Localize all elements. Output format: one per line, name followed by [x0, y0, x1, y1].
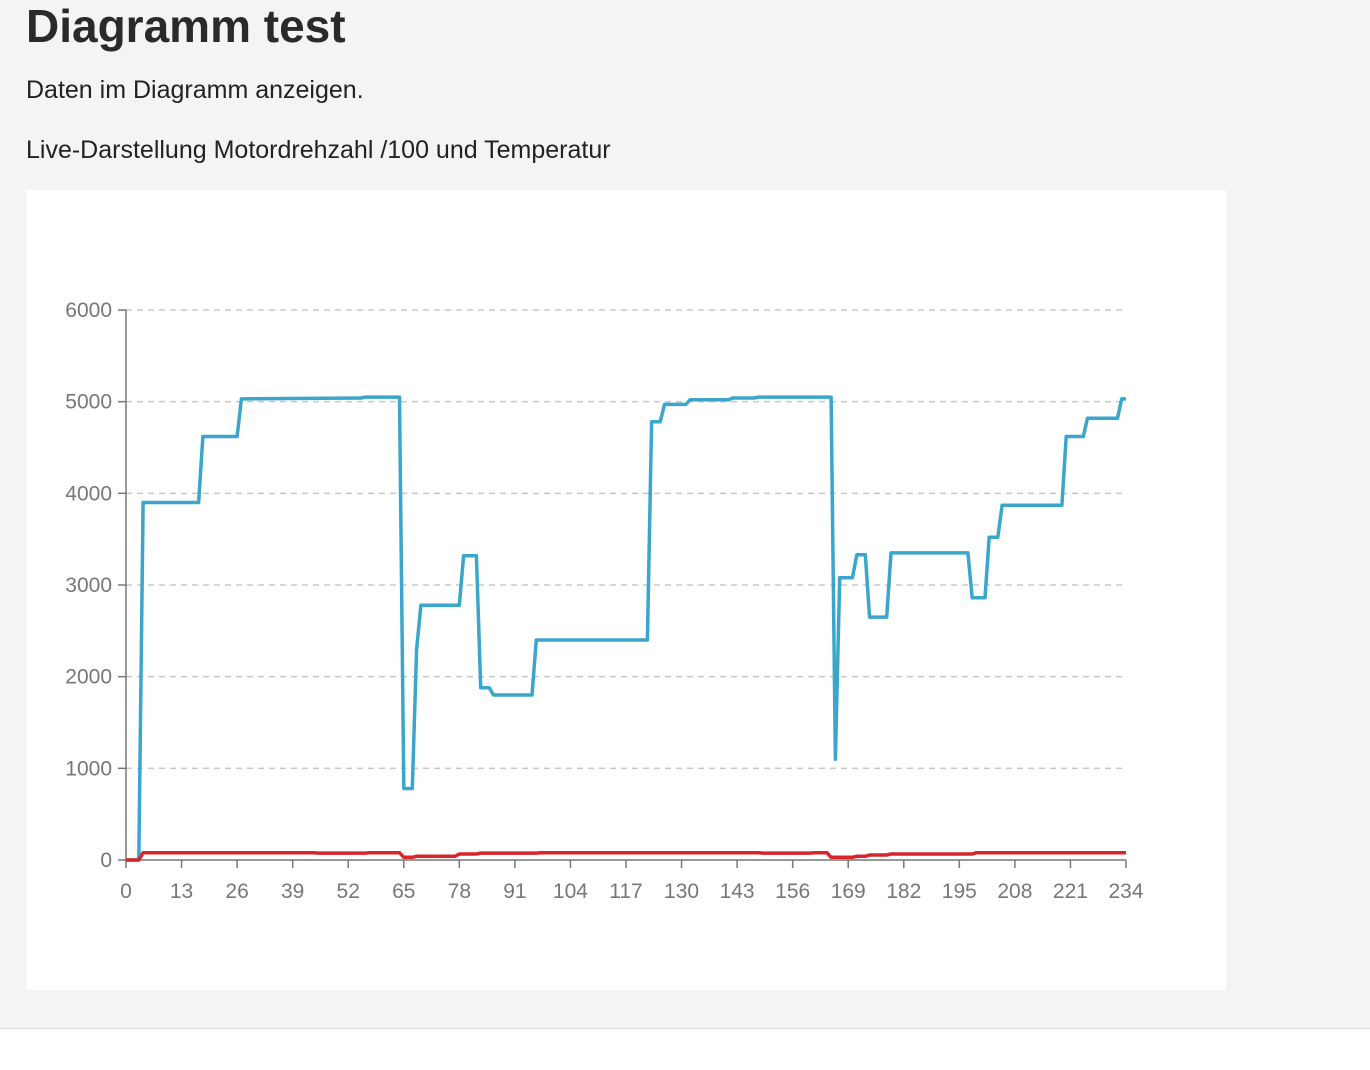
- x-tick-label: 182: [886, 880, 921, 903]
- y-tick-label: 6000: [65, 299, 112, 322]
- y-tick-label: 5000: [65, 391, 112, 414]
- x-tick-label: 26: [225, 880, 248, 903]
- grid-lines: [126, 309, 1126, 770]
- series-line-2: [126, 850, 1126, 862]
- x-tick-label: 208: [997, 880, 1032, 903]
- page-description: Daten im Diagramm anzeigen.: [26, 76, 364, 104]
- x-tick-label: 0: [120, 880, 132, 903]
- y-tick-label: 0: [100, 849, 112, 872]
- series-lines: [126, 395, 1126, 862]
- x-tick-label: 234: [1108, 880, 1143, 903]
- y-tick-label: 1000: [65, 757, 112, 780]
- x-tick-label: 156: [775, 880, 810, 903]
- x-tick-label: 195: [942, 880, 977, 903]
- series-line-1: [126, 395, 1126, 862]
- chart-heading: Live-Darstellung Motordrehzahl /100 und …: [26, 136, 611, 164]
- x-tick-label: 39: [281, 880, 304, 903]
- x-tick-label: 65: [392, 880, 415, 903]
- x-tick-label: 13: [170, 880, 193, 903]
- x-tick-label: 143: [720, 880, 755, 903]
- x-tick-label: 78: [448, 880, 471, 903]
- axes: 0 1000 2000 3000 4000 5000 6000 0 13 26 39 52 65 78 91…: [65, 299, 1144, 903]
- line-chart: 0 1000 2000 3000 4000 5000 6000 0 13 26 39 52 65 78 91…: [65, 299, 1144, 903]
- x-tick-label: 169: [831, 880, 866, 903]
- x-tick-label: 104: [553, 880, 588, 903]
- y-tick-label: 2000: [65, 666, 112, 689]
- x-tick-label: 52: [337, 880, 360, 903]
- page-title: Diagramm test: [26, 0, 346, 52]
- x-tick-label: 130: [664, 880, 699, 903]
- chart-card: 0 1000 2000 3000 4000 5000 6000 0 13 26 39 52 65 78 91…: [26, 190, 1226, 990]
- x-tick-label: 91: [503, 880, 526, 903]
- x-tick-label: 221: [1053, 880, 1088, 903]
- y-tick-label: 4000: [65, 482, 112, 505]
- y-tick-label: 3000: [65, 574, 112, 597]
- x-tick-label: 117: [609, 880, 642, 903]
